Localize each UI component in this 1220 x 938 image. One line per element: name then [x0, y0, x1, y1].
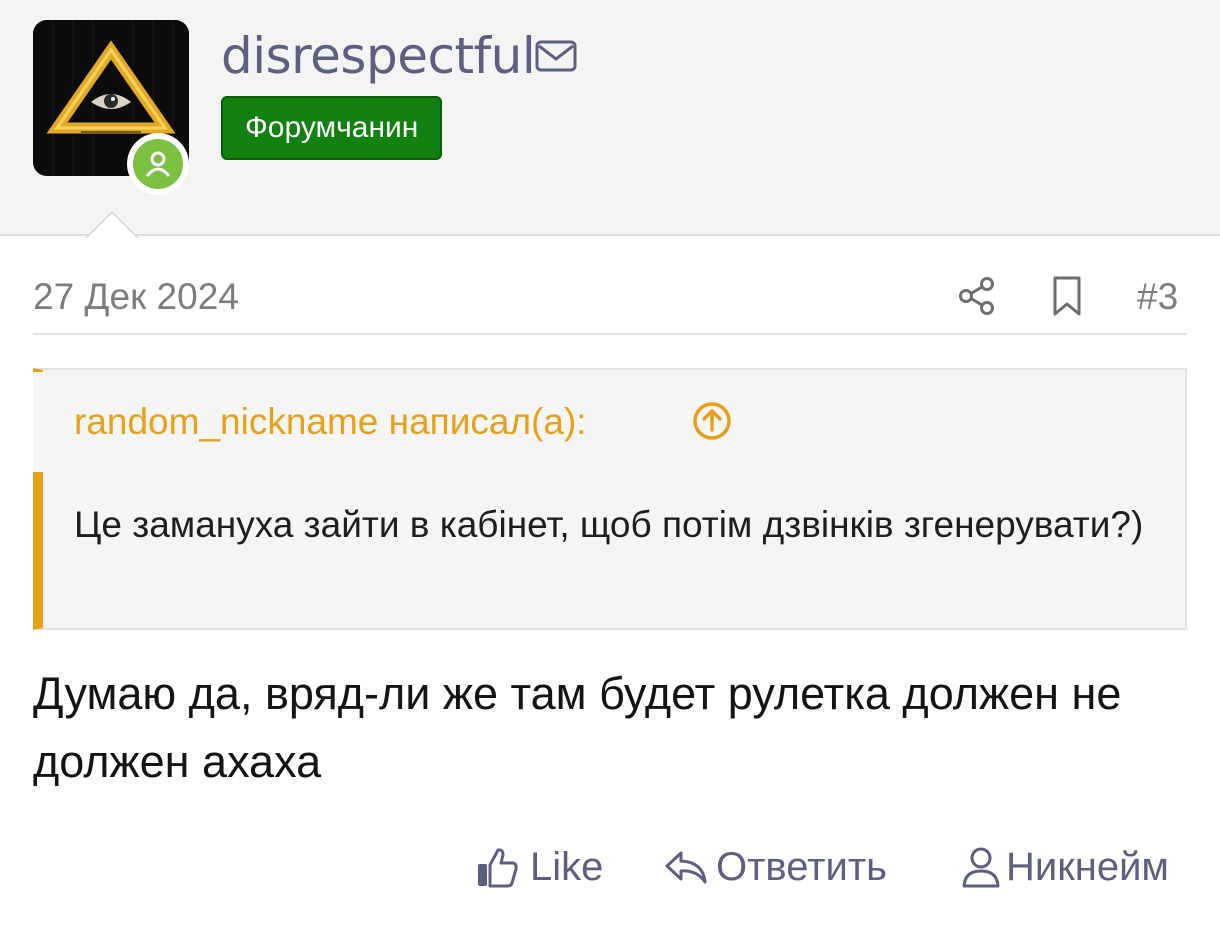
bookmark-icon[interactable]: [1047, 274, 1087, 318]
nickname-label: Никнейм: [1006, 845, 1169, 889]
username-link[interactable]: disrespectful: [221, 28, 536, 84]
arrow-up-circle-icon[interactable]: [691, 400, 733, 442]
like-button[interactable]: Like: [474, 840, 603, 894]
quote-text: Це замануха зайти в кабінет, щоб потім д…: [74, 504, 1144, 545]
divider: [33, 333, 1187, 335]
user-icon: [962, 847, 1000, 888]
like-label: Like: [530, 845, 604, 889]
post-date[interactable]: 27 Дек 2024: [33, 276, 239, 318]
mail-icon[interactable]: [534, 38, 578, 74]
share-icon[interactable]: [955, 274, 999, 318]
post-body-text: Думаю да, вряд-ли же там будет рулетка д…: [33, 668, 1122, 787]
nickname-button[interactable]: Никнейм: [960, 840, 1169, 894]
thumbs-up-icon: [478, 848, 518, 888]
quote-author-link[interactable]: random_nickname написал(а):: [74, 400, 587, 444]
header-pointer: [80, 207, 140, 238]
reply-button[interactable]: Ответить: [662, 840, 887, 894]
user-rank-badge: Форумчанин: [221, 96, 443, 160]
reply-label: Ответить: [716, 845, 887, 889]
post-number-link[interactable]: #3: [1137, 276, 1178, 318]
reply-icon: [665, 851, 707, 884]
online-status-icon: [127, 133, 189, 195]
